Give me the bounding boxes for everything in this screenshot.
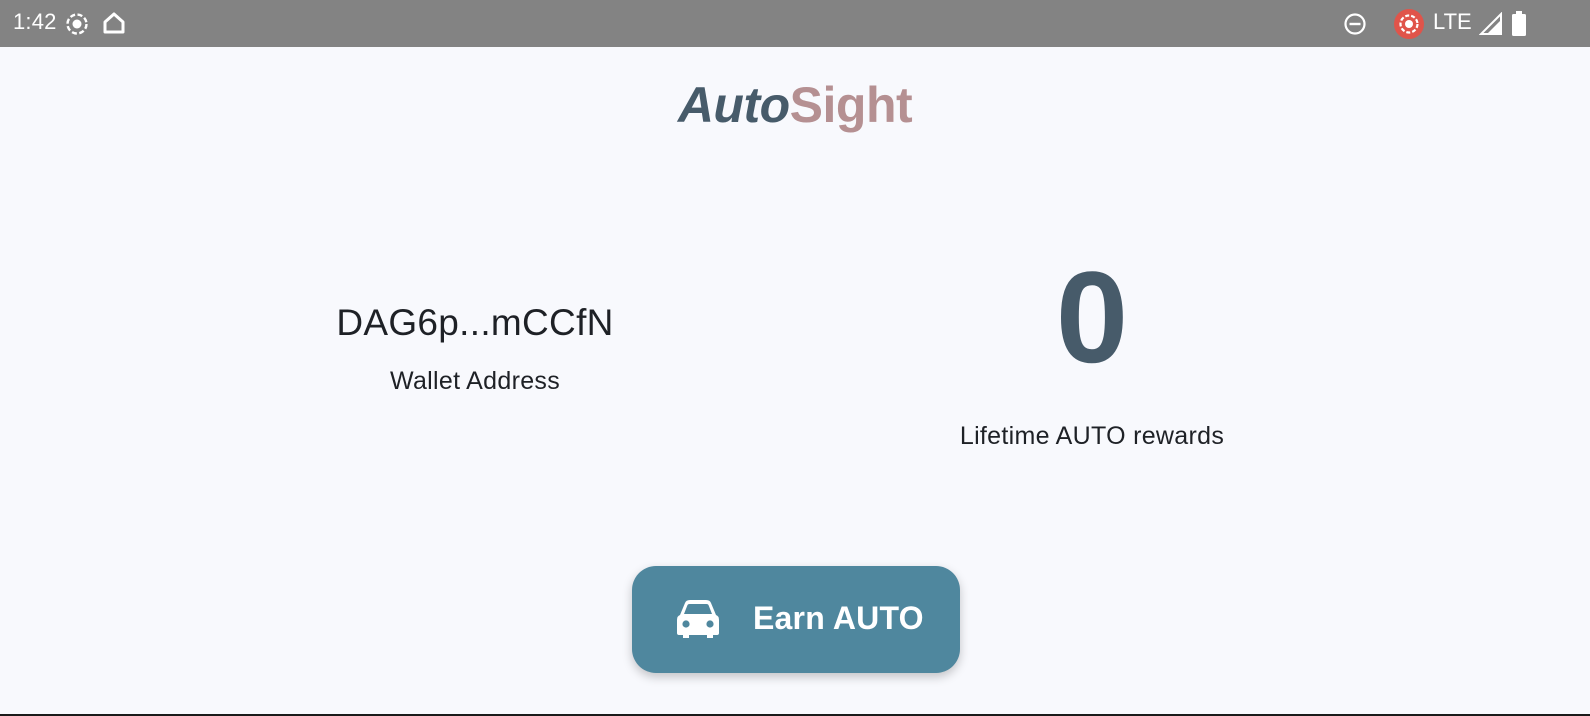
signal-icon: [1478, 11, 1503, 41]
lifetime-rewards-value: 0: [1055, 244, 1129, 390]
screen-record-icon: [64, 11, 90, 42]
earn-auto-label: Earn AUTO: [753, 600, 924, 636]
logo-part-auto: Auto: [677, 77, 790, 133]
app-screen: 1:42 LTE AutoSight DAG6p...mCCfN Wallet …: [0, 0, 1590, 714]
recording-indicator-icon: [1393, 8, 1425, 45]
do-not-disturb-icon: [1342, 11, 1368, 42]
app-logo-title: AutoSight: [0, 76, 1590, 134]
battery-icon: [1511, 11, 1527, 42]
earn-auto-button[interactable]: Earn AUTO: [632, 566, 960, 673]
network-type: LTE: [1433, 9, 1472, 34]
wallet-address-label: Wallet Address: [389, 367, 560, 395]
car-icon: [676, 599, 720, 644]
lifetime-rewards-label: Lifetime AUTO rewards: [959, 422, 1225, 450]
wallet-address-value: DAG6p...mCCfN: [336, 302, 614, 343]
logo-part-sight: Sight: [789, 77, 913, 133]
home-icon: [101, 10, 127, 41]
status-time: 1:42: [13, 9, 57, 34]
status-bar: 1:42 LTE: [0, 0, 1590, 47]
